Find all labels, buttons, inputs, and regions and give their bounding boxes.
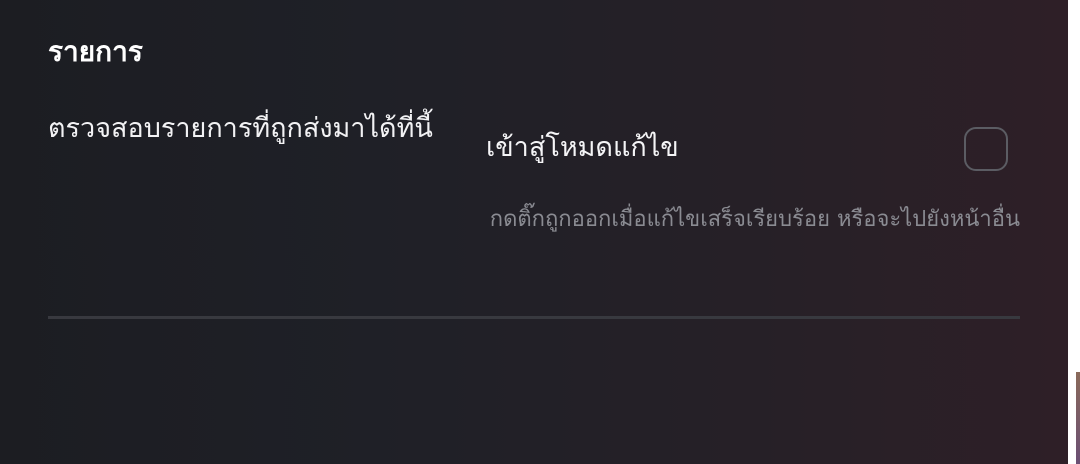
list-settings-panel: รายการ ตรวจสอบรายการที่ถูกส่งมาได้ที่นี้… [0, 0, 1068, 464]
background-image-edge [1076, 372, 1080, 464]
edit-mode-checkbox[interactable] [964, 127, 1008, 171]
item-description: ตรวจสอบรายการที่ถูกส่งมาได้ที่นี้ [48, 113, 433, 144]
background-edge [1068, 0, 1080, 464]
section-title: รายการ [48, 35, 143, 68]
edit-mode-hint: กดติ๊กถูกออกเมื่อแก้ไขเสร็จเรียบร้อย หรื… [489, 207, 1020, 232]
divider [48, 316, 1020, 319]
edit-mode-label: เข้าสู่โหมดแก้ไข [486, 132, 679, 163]
